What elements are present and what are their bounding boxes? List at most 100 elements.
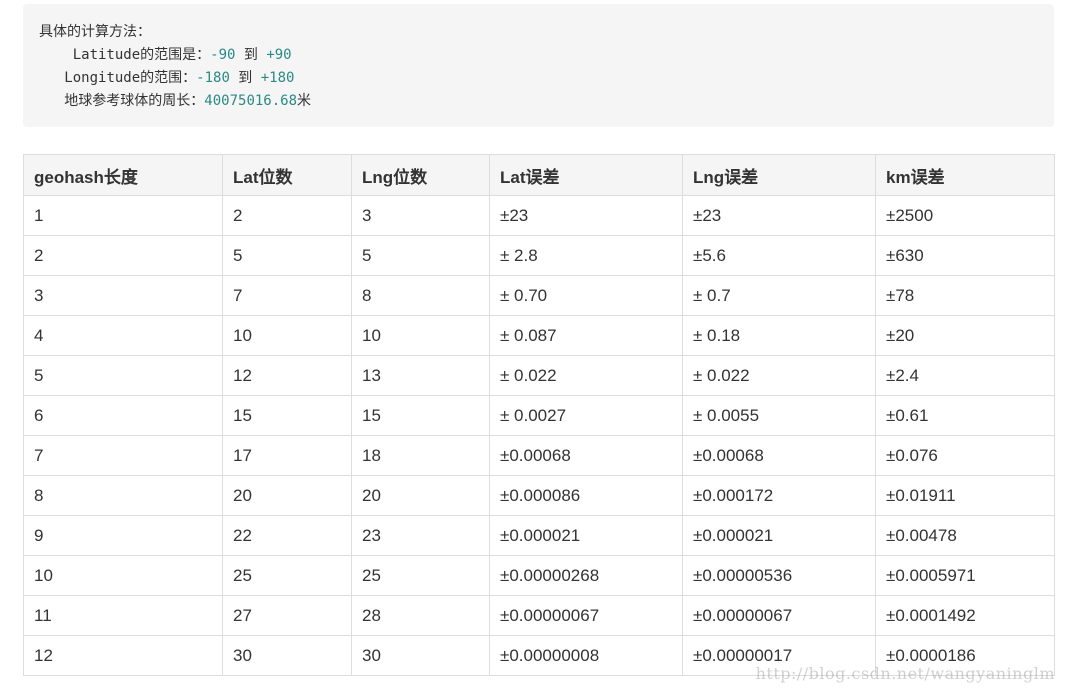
cell-km-error: ±0.61	[875, 395, 1055, 436]
cell-lat-error: ± 2.8	[489, 235, 683, 276]
header-lng-bits: Lng位数	[351, 154, 490, 196]
cell-lng-bits: 28	[351, 595, 490, 636]
table-row: 10 25 25 ±0.00000268 ±0.00000536 ±0.0005…	[23, 555, 1055, 596]
cell-km-error: ±630	[875, 235, 1055, 276]
cell-lng-bits: 8	[351, 275, 490, 316]
header-geohash-length: geohash长度	[23, 154, 223, 196]
cell-lng-bits: 5	[351, 235, 490, 276]
cell-lng-bits: 10	[351, 315, 490, 356]
header-km-error: km误差	[875, 154, 1055, 196]
cell-lng-error: ± 0.022	[682, 355, 876, 396]
cell-lat-bits: 25	[222, 555, 352, 596]
cell-lng-error: ±0.00068	[682, 435, 876, 476]
longitude-range-label: Longitude的范围：	[64, 70, 197, 86]
cell-lng-error: ± 0.18	[682, 315, 876, 356]
table-row: 2 5 5 ± 2.8 ±5.6 ±630	[23, 235, 1055, 276]
cell-lng-bits: 3	[351, 195, 490, 236]
geohash-precision-table: geohash长度 Lat位数 Lng位数 Lat误差 Lng误差 km误差 1…	[23, 154, 1055, 676]
cell-lng-error: ±23	[682, 195, 876, 236]
table-row: 5 12 13 ± 0.022 ± 0.022 ±2.4	[23, 355, 1055, 396]
latitude-max-value: +90	[266, 47, 292, 63]
cell-lng-error: ±5.6	[682, 235, 876, 276]
blog-watermark: http://blog.csdn.net/wangyaninglm	[755, 664, 1055, 683]
circumference-unit: 米	[297, 93, 312, 109]
cell-geohash-length: 10	[23, 555, 223, 596]
cell-geohash-length: 9	[23, 515, 223, 556]
code-line-1: 具体的计算方法：	[39, 21, 1038, 44]
header-lng-error: Lng误差	[682, 154, 876, 196]
code-line-1-text: 具体的计算方法：	[39, 24, 151, 40]
cell-lat-error: ±0.000021	[489, 515, 683, 556]
cell-lng-bits: 23	[351, 515, 490, 556]
cell-km-error: ±0.01911	[875, 475, 1055, 516]
code-line-4: 地球参考球体的周长：40075016.68米	[39, 90, 1038, 113]
table-row: 4 10 10 ± 0.087 ± 0.18 ±20	[23, 315, 1055, 356]
cell-lat-bits: 10	[222, 315, 352, 356]
cell-lat-error: ±0.000086	[489, 475, 683, 516]
cell-lat-error: ±23	[489, 195, 683, 236]
code-line-2: Latitude的范围是：-90 到 +90	[39, 44, 1038, 67]
cell-lat-error: ± 0.022	[489, 355, 683, 396]
cell-lng-error: ± 0.0055	[682, 395, 876, 436]
cell-lat-bits: 15	[222, 395, 352, 436]
cell-geohash-length: 2	[23, 235, 223, 276]
cell-lng-error: ±0.000021	[682, 515, 876, 556]
cell-lat-error: ±0.00068	[489, 435, 683, 476]
latitude-range-to: 到	[235, 47, 267, 63]
circumference-label: 地球参考球体的周长：	[64, 93, 205, 109]
cell-geohash-length: 4	[23, 315, 223, 356]
table-row: 3 7 8 ± 0.70 ± 0.7 ±78	[23, 275, 1055, 316]
cell-lat-bits: 2	[222, 195, 352, 236]
cell-lat-bits: 27	[222, 595, 352, 636]
header-lat-error: Lat误差	[489, 154, 683, 196]
cell-lat-bits: 12	[222, 355, 352, 396]
cell-lng-bits: 30	[351, 635, 490, 676]
latitude-range-label: Latitude的范围是：	[72, 47, 211, 63]
table-row: 8 20 20 ±0.000086 ±0.000172 ±0.01911	[23, 475, 1055, 516]
table-header-row: geohash长度 Lat位数 Lng位数 Lat误差 Lng误差 km误差	[23, 154, 1055, 196]
cell-lat-bits: 22	[222, 515, 352, 556]
cell-lat-error: ± 0.70	[489, 275, 683, 316]
cell-geohash-length: 5	[23, 355, 223, 396]
cell-lng-error: ± 0.7	[682, 275, 876, 316]
header-lat-bits: Lat位数	[222, 154, 352, 196]
cell-km-error: ±0.0005971	[875, 555, 1055, 596]
cell-km-error: ±2.4	[875, 355, 1055, 396]
latitude-min-value: -90	[210, 47, 236, 63]
cell-lat-error: ±0.00000067	[489, 595, 683, 636]
cell-geohash-length: 8	[23, 475, 223, 516]
cell-lat-bits: 17	[222, 435, 352, 476]
cell-km-error: ±78	[875, 275, 1055, 316]
cell-lng-bits: 15	[351, 395, 490, 436]
table-row: 6 15 15 ± 0.0027 ± 0.0055 ±0.61	[23, 395, 1055, 436]
longitude-range-to: 到	[229, 70, 261, 86]
cell-lng-bits: 20	[351, 475, 490, 516]
cell-lng-bits: 13	[351, 355, 490, 396]
cell-km-error: ±20	[875, 315, 1055, 356]
cell-lat-bits: 20	[222, 475, 352, 516]
cell-geohash-length: 3	[23, 275, 223, 316]
cell-km-error: ±0.076	[875, 435, 1055, 476]
cell-lat-error: ±0.00000008	[489, 635, 683, 676]
cell-geohash-length: 12	[23, 635, 223, 676]
code-line-3: Longitude的范围：-180 到 +180	[39, 67, 1038, 90]
cell-geohash-length: 7	[23, 435, 223, 476]
circumference-value: 40075016.68	[204, 93, 298, 109]
cell-km-error: ±2500	[875, 195, 1055, 236]
cell-lat-error: ± 0.087	[489, 315, 683, 356]
cell-lat-error: ± 0.0027	[489, 395, 683, 436]
longitude-min-value: -180	[196, 70, 230, 86]
cell-lng-error: ±0.00000067	[682, 595, 876, 636]
cell-lat-error: ±0.00000268	[489, 555, 683, 596]
table-row: 1 2 3 ±23 ±23 ±2500	[23, 195, 1055, 236]
cell-lng-bits: 25	[351, 555, 490, 596]
longitude-max-value: +180	[260, 70, 295, 86]
cell-geohash-length: 6	[23, 395, 223, 436]
code-block: 具体的计算方法： Latitude的范围是：-90 到 +90 Longitud…	[23, 4, 1054, 127]
cell-geohash-length: 11	[23, 595, 223, 636]
table-row: 11 27 28 ±0.00000067 ±0.00000067 ±0.0001…	[23, 595, 1055, 636]
table-row: 9 22 23 ±0.000021 ±0.000021 ±0.00478	[23, 515, 1055, 556]
cell-km-error: ±0.00478	[875, 515, 1055, 556]
cell-km-error: ±0.0001492	[875, 595, 1055, 636]
cell-lng-bits: 18	[351, 435, 490, 476]
